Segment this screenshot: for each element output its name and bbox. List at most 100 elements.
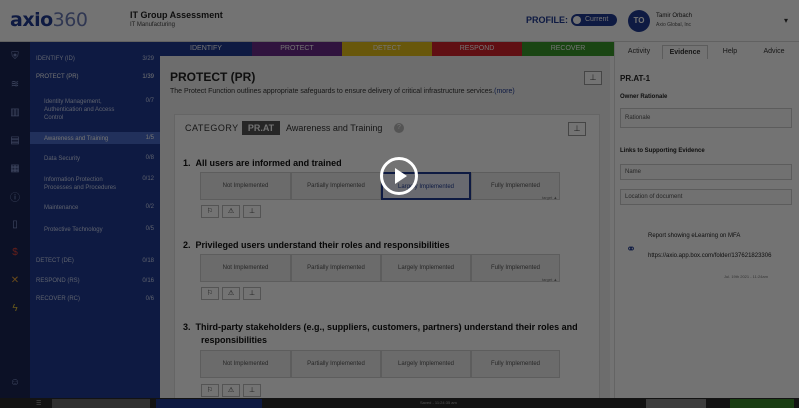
tab-protect[interactable]: PROTECT	[252, 42, 342, 56]
axio360-logo[interactable]: axio360	[10, 9, 88, 31]
question-3: 3. Third-party stakeholders (e.g., suppl…	[183, 322, 578, 332]
sidebar-item-label: DETECT (DE)	[36, 258, 74, 264]
profile-label: PROFILE:	[526, 15, 568, 25]
spotlight-region	[178, 151, 306, 309]
page-description: The Protect Function outlines appropriat…	[170, 88, 515, 95]
question-number: 3.	[183, 322, 191, 332]
target-marker: target ▲	[542, 277, 558, 282]
document-icon[interactable]: ▤	[9, 134, 21, 146]
tools-icon[interactable]: ✕	[9, 274, 21, 286]
sidebar-item-count: 3/29	[142, 56, 154, 62]
lightning-icon[interactable]: ϟ	[9, 302, 21, 314]
question-text: Third-party stakeholders (e.g., supplier…	[195, 322, 578, 332]
tab-advice[interactable]: Advice	[754, 45, 794, 59]
evidence-url[interactable]: https://axio.app.box.com/folder/13762182…	[648, 252, 771, 260]
sidebar-item-label: IDENTIFY (ID)	[36, 56, 75, 62]
sidebar-item-respond[interactable]: RESPOND (RS) 0/16	[30, 278, 160, 288]
sidebar-item-count: 1/39	[142, 74, 154, 80]
logo-text: axio	[10, 9, 53, 31]
option-partially-implemented[interactable]: Partially Implemented	[291, 350, 381, 378]
category-code-badge: PR.AT	[242, 121, 280, 135]
footer-button-previous[interactable]	[646, 399, 706, 408]
option-fully-implemented[interactable]: Fully Implemented	[471, 350, 560, 378]
footer-button-secondary[interactable]	[52, 399, 150, 408]
user-avatar[interactable]: TO	[628, 10, 650, 32]
sidebar-item-data-security[interactable]: Data Security 0/8	[30, 155, 160, 165]
sidebar-item-count: 0/6	[145, 296, 154, 302]
evidence-date: Jul. 19th 2021 - 11:24am	[724, 274, 768, 279]
user-organization: Axio Global, Inc	[656, 22, 692, 28]
category-label: CATEGORY	[185, 123, 239, 133]
hierarchy-icon[interactable]: ⊥	[584, 71, 602, 85]
sidebar-item-maintenance[interactable]: Maintenance 0/2	[30, 204, 160, 214]
sidebar-item-protect[interactable]: PROTECT (PR) 1/39	[30, 74, 160, 84]
footer-button-primary[interactable]	[156, 399, 262, 408]
saved-status: Saved - 11:24:35 am	[420, 400, 457, 405]
tab-detect[interactable]: DETECT	[342, 42, 432, 56]
file-icon[interactable]: ▯	[9, 218, 21, 230]
evidence-name-input[interactable]: Name	[620, 164, 792, 180]
grid-icon[interactable]: ▦	[9, 162, 21, 174]
option-largely-implemented[interactable]: Largely Implemented	[381, 254, 471, 282]
option-largely-implemented[interactable]: Largely Implemented	[381, 350, 471, 378]
tab-respond[interactable]: RESPOND	[432, 42, 522, 56]
sidebar-item-label: Protective Technology	[44, 227, 103, 233]
category-name: Awareness and Training	[286, 123, 383, 133]
help-icon[interactable]: ?	[394, 123, 404, 133]
requirement-id: PR.AT-1	[620, 74, 651, 83]
footer-button-next[interactable]	[730, 399, 794, 408]
description-text: The Protect Function outlines appropriat…	[170, 88, 495, 95]
sidebar-item-label: Information Protection Processes and Pro…	[44, 177, 117, 191]
sidebar-item-count: 0/7	[145, 98, 154, 104]
owner-rationale-label: Owner Rationale	[620, 94, 668, 100]
warning-icon[interactable]: ⚠	[222, 384, 240, 397]
dollar-icon[interactable]: $	[9, 246, 21, 258]
profile-toggle[interactable]: Current	[571, 14, 617, 26]
more-link[interactable]: (more)	[494, 88, 515, 95]
sidebar-item-identity-management[interactable]: Identity Management, Authentication and …	[30, 98, 160, 124]
sidebar-item-recover[interactable]: RECOVER (RC) 0/6	[30, 296, 160, 306]
icon-rail: ⛨ ≋ ▥ ▤ ▦ ⓘ ▯ $ ✕ ϟ ☺	[0, 42, 30, 408]
target-marker: target ▲	[542, 195, 558, 200]
hierarchy-icon[interactable]: ⊥	[243, 384, 261, 397]
layers-icon[interactable]: ≋	[9, 78, 21, 90]
sidebar-item-protective-technology[interactable]: Protective Technology 0/5	[30, 226, 160, 236]
question-3-continued: responsibilities	[201, 335, 268, 345]
sidebar-item-count: 0/16	[142, 278, 154, 284]
play-icon	[395, 168, 407, 184]
tab-activity[interactable]: Activity	[620, 45, 658, 59]
sidebar-item-detect[interactable]: DETECT (DE) 0/18	[30, 258, 160, 268]
hierarchy-icon[interactable]: ⊥	[568, 122, 586, 136]
tab-recover[interactable]: RECOVER	[522, 42, 614, 56]
profile-toggle-label: Current	[585, 16, 609, 23]
evidence-title: Report showing eLearning on MFA	[648, 233, 741, 239]
tab-identify[interactable]: IDENTIFY	[160, 42, 252, 56]
logo-number: 360	[52, 9, 88, 31]
sidebar-item-label: Maintenance	[44, 205, 79, 211]
sidebar-item-label: RECOVER (RC)	[36, 296, 81, 302]
sidebar-item-label: PROTECT (PR)	[36, 74, 79, 80]
tab-evidence[interactable]: Evidence	[662, 45, 708, 59]
menu-icon[interactable]: ☰	[36, 400, 41, 407]
sidebar-item-count: 0/18	[142, 258, 154, 264]
smile-icon[interactable]: ☺	[9, 376, 21, 388]
sidebar-item-info-protection[interactable]: Information Protection Processes and Pro…	[30, 176, 160, 194]
info-icon[interactable]: ⓘ	[9, 190, 21, 204]
page-title: PROTECT (PR)	[170, 70, 256, 84]
sidebar-item-awareness-training[interactable]: Awareness and Training 1/5	[30, 132, 160, 144]
sidebar-item-label: Data Security	[44, 156, 81, 162]
toggle-knob	[573, 16, 581, 24]
sidebar-item-label: RESPOND (RS)	[36, 278, 80, 284]
link-icon[interactable]: ⚭	[626, 242, 636, 256]
chevron-down-icon[interactable]: ▾	[784, 16, 788, 25]
rationale-input[interactable]: Rationale	[620, 108, 792, 128]
chart-icon[interactable]: ▥	[9, 106, 21, 118]
option-not-implemented[interactable]: Not Implemented	[200, 350, 291, 378]
play-button[interactable]	[380, 157, 418, 195]
evidence-location-input[interactable]: Location of document	[620, 189, 792, 205]
shield-icon[interactable]: ⛨	[9, 50, 21, 62]
flag-icon[interactable]: ⚐	[201, 384, 219, 397]
tab-help[interactable]: Help	[714, 45, 746, 59]
sidebar-item-label: Awareness and Training	[44, 136, 109, 142]
sidebar-item-identify[interactable]: IDENTIFY (ID) 3/29	[30, 56, 160, 66]
